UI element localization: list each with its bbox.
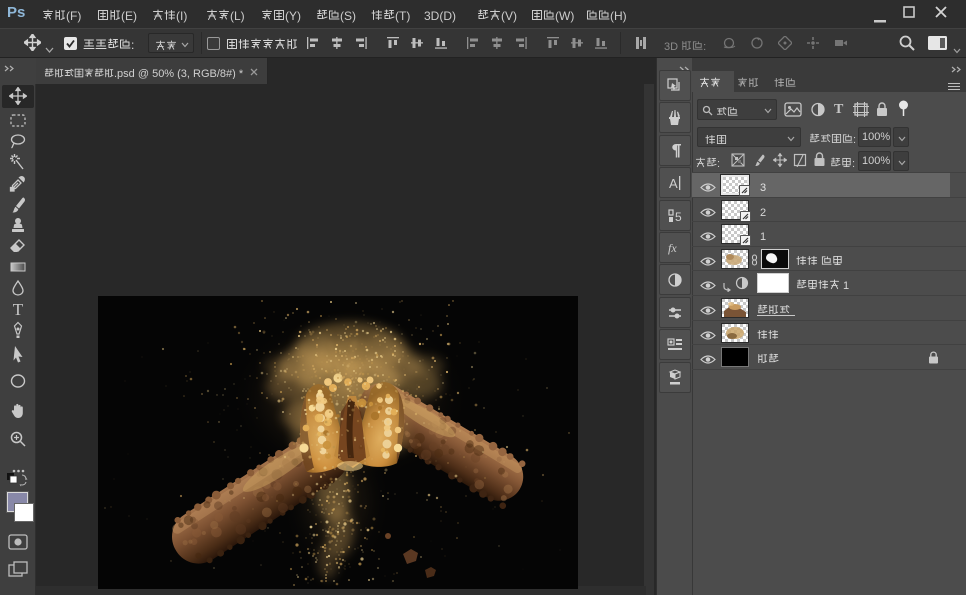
- svg-text:A: A: [669, 176, 678, 191]
- svg-text:T: T: [13, 300, 24, 318]
- svg-text:5: 5: [675, 210, 682, 224]
- svg-text:fx: fx: [668, 241, 677, 255]
